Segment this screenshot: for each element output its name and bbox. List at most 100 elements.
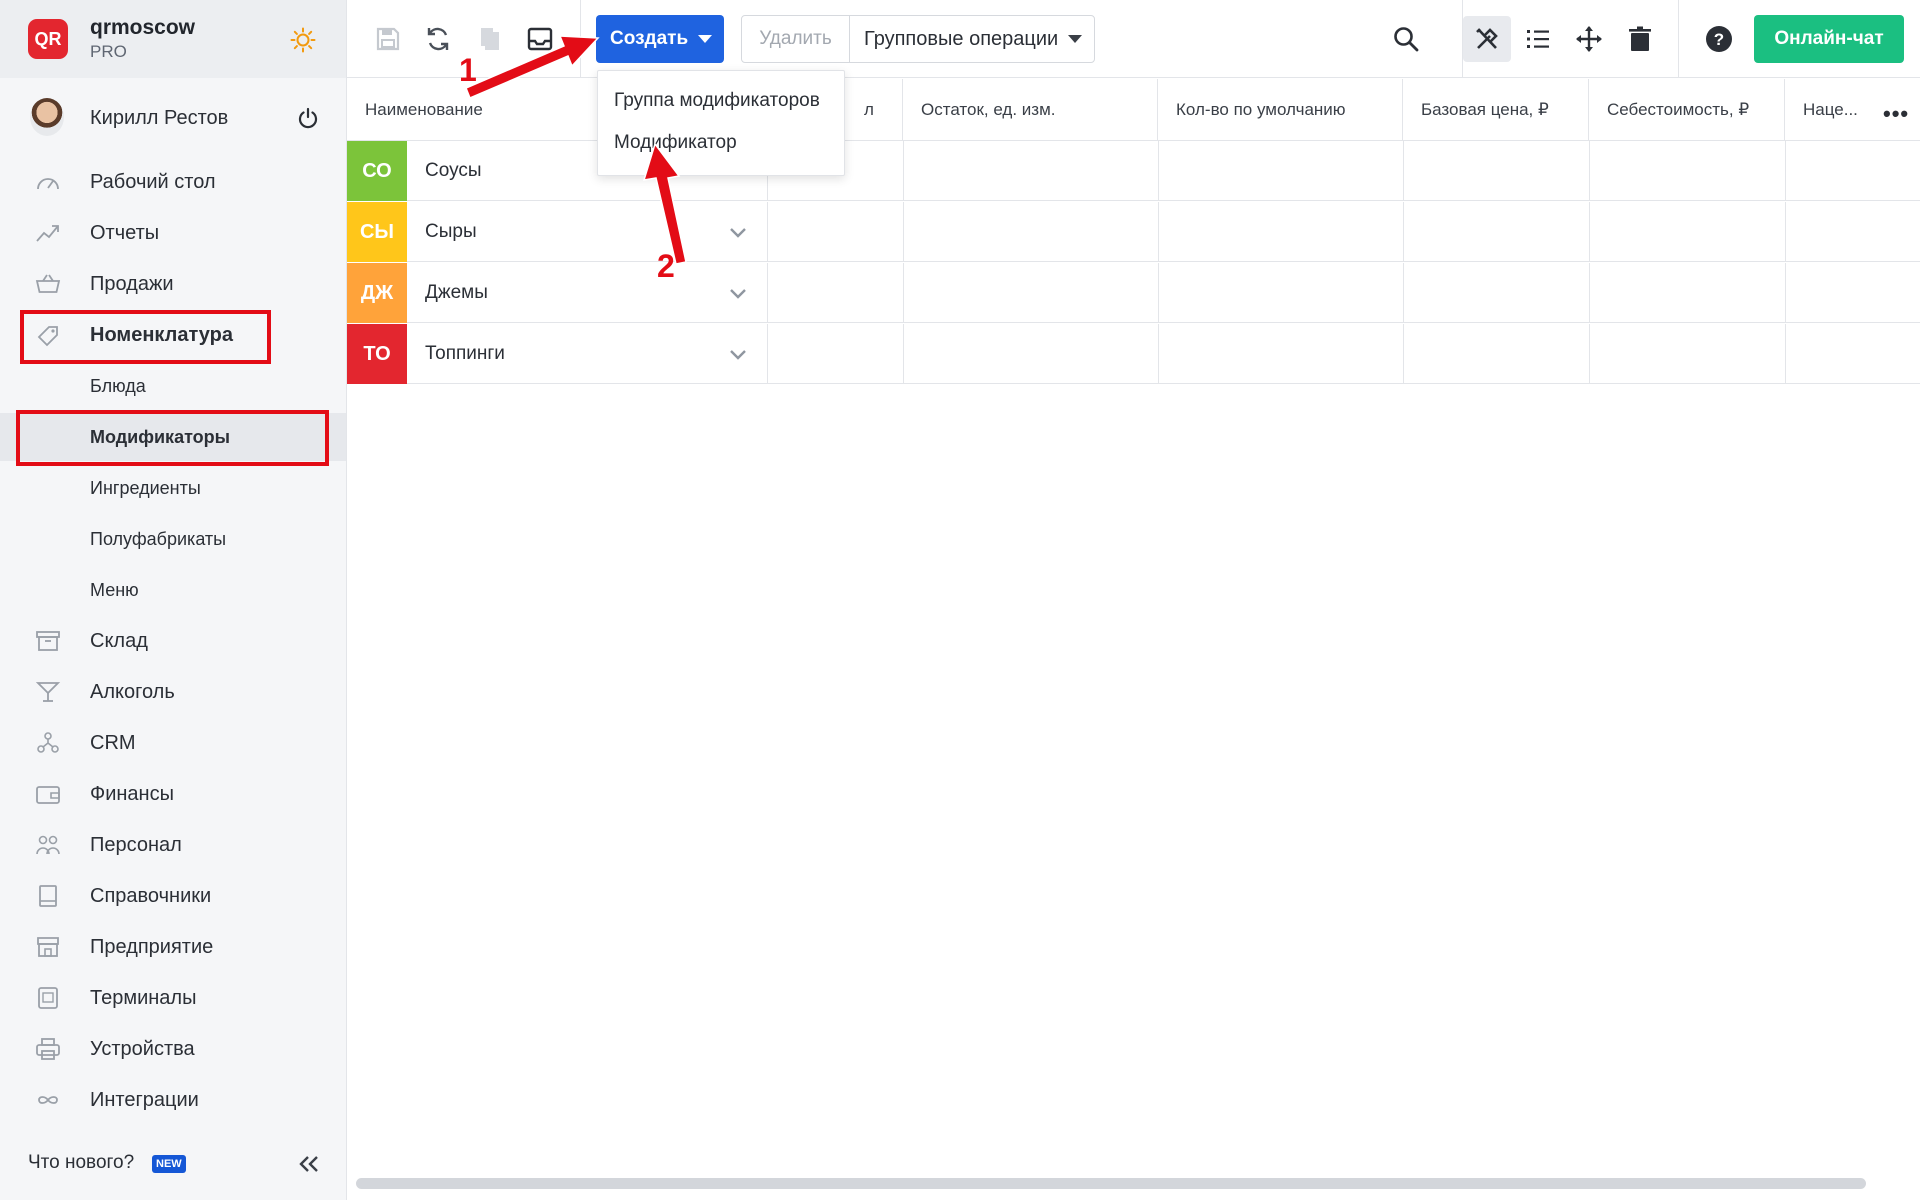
highlight-box-modifiers [16, 410, 329, 466]
sidebar-item-reports[interactable]: Отчеты [0, 209, 346, 257]
user-profile[interactable]: Кирилл Рестов [0, 94, 346, 142]
sidebar-item-label: Предприятие [90, 936, 214, 958]
sun-icon[interactable] [290, 27, 316, 53]
sidebar: QR qrmoscow PRO Кирилл Рестов Рабочий ст… [0, 0, 347, 1200]
chevron-down-icon[interactable] [728, 283, 748, 303]
qr-logo: QR [28, 19, 68, 59]
avatar [30, 98, 64, 136]
group-swatch: ТО [347, 324, 407, 384]
org-plan: PRO [90, 42, 127, 61]
bulk-operations-button[interactable]: Групповые операции [850, 16, 1094, 62]
sidebar-item-label: Отчеты [90, 222, 160, 244]
toolbar: Создать Удалить Групповые операции ? Онл… [347, 0, 1920, 78]
table-header: Наименование л Остаток, ед. изм. Кол-во … [347, 79, 1920, 141]
sidebar-item-devices[interactable]: Устройства [0, 1025, 346, 1073]
new-badge: NEW [152, 1155, 186, 1173]
store-icon [37, 937, 59, 957]
crm-icon [37, 732, 59, 753]
cocktail-icon [35, 682, 61, 702]
menu-item-modifier[interactable]: Модификатор [614, 132, 737, 154]
column-header-stock[interactable]: Остаток, ед. изм. [903, 79, 1158, 141]
whats-new-link[interactable]: Что нового? [28, 1152, 134, 1174]
power-icon[interactable] [296, 106, 320, 130]
sidebar-item-label: Полуфабрикаты [90, 529, 227, 549]
sidebar-item-label: Справочники [90, 885, 212, 907]
highlight-box-nomenclature [20, 310, 271, 364]
sidebar-item-staff[interactable]: Персонал [0, 821, 346, 869]
sidebar-item-label: Терминалы [90, 987, 197, 1009]
caret-down-icon [698, 35, 713, 43]
column-header-default-qty[interactable]: Кол-во по умолчанию [1158, 79, 1403, 141]
table-row[interactable]: СО Соусы [347, 141, 1920, 201]
row-name: Джемы [425, 282, 488, 303]
refresh-icon[interactable] [423, 24, 453, 54]
inbox-icon[interactable] [525, 24, 555, 54]
tools-icon[interactable] [1472, 24, 1502, 54]
menu-item-modifier-group[interactable]: Группа модификаторов [614, 90, 820, 112]
sidebar-item-label: Ингредиенты [90, 478, 201, 498]
column-header-base-price[interactable]: Базовая цена, ₽ [1403, 79, 1589, 141]
dashboard-icon [37, 178, 59, 190]
create-dropdown-menu: Группа модификаторов Модификатор [597, 70, 845, 176]
bulk-operations-label: Групповые операции [864, 27, 1059, 50]
sidebar-subitem-ingredients[interactable]: Ингредиенты [0, 464, 346, 512]
search-icon[interactable] [1391, 24, 1421, 54]
sidebar-subitem-dishes[interactable]: Блюда [0, 362, 346, 410]
sidebar-item-integrations[interactable]: Интеграции [0, 1076, 346, 1124]
row-name: Топпинги [425, 343, 505, 364]
sidebar-item-label: Продажи [90, 273, 174, 295]
sidebar-item-label: Меню [90, 580, 139, 600]
warehouse-icon [36, 631, 60, 651]
sidebar-item-finance[interactable]: Финансы [0, 770, 346, 818]
save-icon[interactable] [373, 24, 403, 54]
more-columns-icon[interactable]: ••• [1883, 101, 1909, 127]
sidebar-item-alcohol[interactable]: Алкоголь [0, 668, 346, 716]
wallet-icon [36, 786, 60, 804]
list-icon[interactable] [1523, 24, 1553, 54]
group-swatch: СЫ [347, 202, 407, 262]
printer-icon [36, 1038, 60, 1060]
user-name: Кирилл Рестов [90, 107, 229, 129]
annotation-number-2: 2 [657, 248, 675, 284]
sidebar-item-enterprise[interactable]: Предприятие [0, 923, 346, 971]
sidebar-item-sales[interactable]: Продажи [0, 260, 346, 308]
svg-text:?: ? [1714, 30, 1724, 49]
online-chat-button[interactable]: Онлайн-чат [1754, 15, 1904, 63]
column-header-markup[interactable]: Наце... [1785, 79, 1880, 141]
create-button-label: Создать [610, 28, 689, 49]
sidebar-item-label: CRM [90, 732, 136, 754]
copy-icon[interactable] [475, 24, 505, 54]
sidebar-item-crm[interactable]: CRM [0, 719, 346, 767]
group-swatch: ДЖ [347, 263, 407, 323]
sidebar-item-label: Алкоголь [90, 681, 175, 703]
column-header-cost[interactable]: Себестоимость, ₽ [1589, 79, 1785, 141]
move-icon[interactable] [1574, 24, 1604, 54]
table-row[interactable]: ДЖ Джемы [347, 263, 1920, 323]
qr-terminal-icon [38, 987, 58, 1009]
sidebar-item-label: Финансы [90, 783, 174, 805]
toolbar-divider [580, 0, 581, 78]
basket-icon [35, 274, 61, 293]
trash-icon[interactable] [1625, 24, 1655, 54]
sidebar-item-dashboard[interactable]: Рабочий стол [0, 158, 346, 206]
collapse-sidebar-icon[interactable] [296, 1152, 322, 1176]
org-header[interactable]: QR qrmoscow PRO [0, 0, 346, 78]
sidebar-item-label: Склад [90, 630, 148, 652]
annotation-number-1: 1 [459, 52, 477, 88]
book-icon [39, 885, 57, 907]
sidebar-item-references[interactable]: Справочники [0, 872, 346, 920]
sidebar-item-warehouse[interactable]: Склад [0, 617, 346, 665]
sidebar-item-terminals[interactable]: Терминалы [0, 974, 346, 1022]
table-row[interactable]: ТО Топпинги [347, 324, 1920, 384]
chevron-down-icon[interactable] [728, 344, 748, 364]
delete-button[interactable]: Удалить [742, 16, 850, 62]
sidebar-subitem-semi-finished[interactable]: Полуфабрикаты [0, 515, 346, 563]
sidebar-item-label: Устройства [90, 1038, 195, 1060]
chevron-down-icon[interactable] [728, 222, 748, 242]
caret-down-icon [1068, 35, 1083, 43]
table-row[interactable]: СЫ Сыры [347, 202, 1920, 262]
help-icon[interactable]: ? [1704, 24, 1734, 54]
create-button[interactable]: Создать [596, 15, 724, 63]
sidebar-subitem-menu[interactable]: Меню [0, 566, 346, 614]
horizontal-scrollbar[interactable] [356, 1178, 1866, 1189]
